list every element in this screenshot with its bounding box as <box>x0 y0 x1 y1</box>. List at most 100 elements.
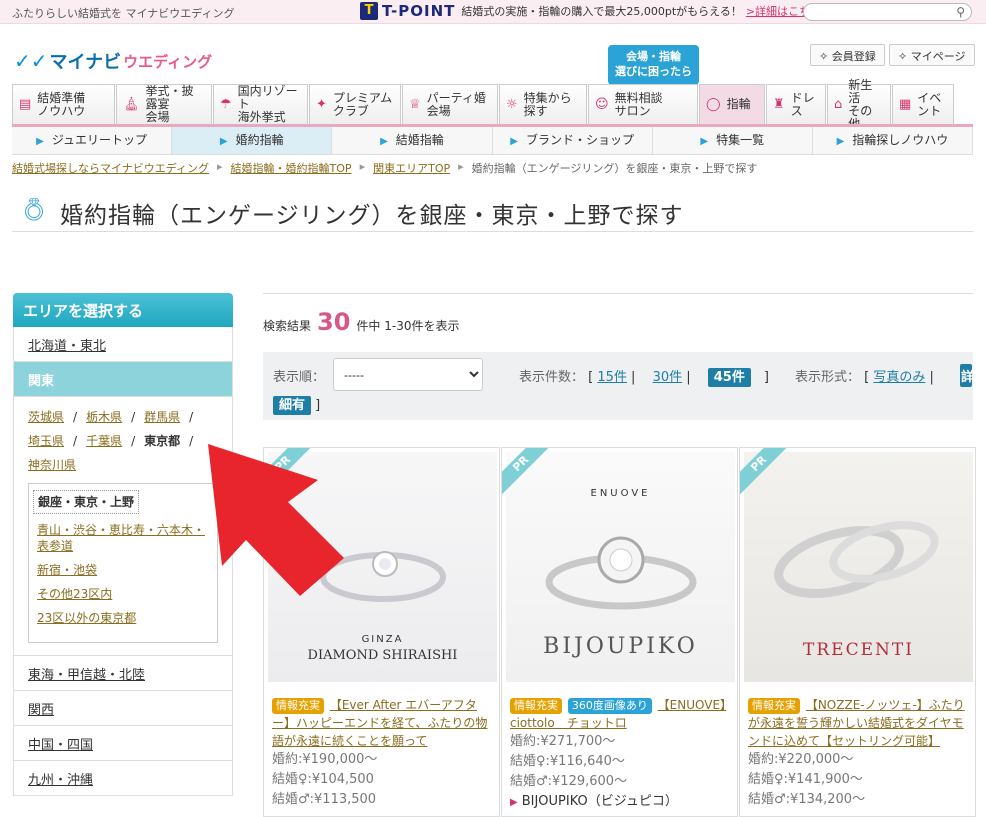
separator: / <box>73 410 78 424</box>
shop-link[interactable]: ▶ BIJOUPIKO（ビジュピコ） <box>510 792 732 813</box>
brand-logo-top: ENUOVE <box>590 488 651 499</box>
info-tag: 情報充実 <box>510 698 562 714</box>
consult-callout[interactable]: 会場・指輪 選びに困ったら <box>608 45 699 91</box>
global-nav: ▤ 結婚準備 ノウハウ ⛪︎ 挙式・披露宴 会場 ☂ 国内リゾート 海外挙式 ✦ プレミアム … <box>12 78 955 130</box>
region-kanto[interactable]: 関東 <box>13 362 233 397</box>
product-card[interactable]: TRECENTI PR 情報充実 【NOZZE-ノッツェ-】ふたりが永遠を誓う輝… <box>739 447 976 817</box>
region-kyushu-okinawa[interactable]: 九州・沖縄 <box>13 761 233 796</box>
format-detail-button[interactable]: 細有 <box>273 396 312 415</box>
sub-nav-label: 婚約指輪 <box>235 133 284 147</box>
region-kansai[interactable]: 関西 <box>13 691 233 726</box>
subarea-label: 青山・渋谷・恵比寿・六本木・表参道 <box>37 523 206 553</box>
subarea-item[interactable]: 銀座・東京・上野 <box>33 490 140 514</box>
sub-nav-item[interactable]: ▶ 特集一覧 <box>653 127 813 154</box>
brand-logo-top: GINZA <box>361 634 404 645</box>
prefecture-link[interactable]: 茨城県 <box>28 410 64 424</box>
global-nav-item[interactable]: ▦ イベント <box>892 84 954 124</box>
ring-icon: ◯ <box>706 97 721 112</box>
subarea-item[interactable]: その他23区内 <box>37 586 209 602</box>
product-photo[interactable]: ENUOVE BIJOUPIKO <box>506 452 735 682</box>
separator: / <box>73 434 78 448</box>
brand-logo: TRECENTI <box>803 640 914 660</box>
subarea-label: その他23区内 <box>37 587 113 601</box>
logo-main: マイナビ <box>49 52 122 73</box>
tpoint-message: 結婚式の実施・指輪の購入で最大25,000ptがもらえる！ <box>461 5 742 18</box>
sub-nav-item[interactable]: ▶ 結婚指輪 <box>332 127 493 154</box>
prefecture-link[interactable]: 埼玉県 <box>28 434 64 448</box>
page-title: 婚約指輪（エンゲージリング）を銀座・東京・上野で探す <box>59 203 684 229</box>
format-detail-button-edge[interactable]: 詳 <box>960 364 972 387</box>
global-nav-item[interactable]: ☼ 特集から 探す <box>499 84 587 124</box>
arrow-right-icon: ▶ <box>836 136 845 147</box>
sub-nav-label: 結婚指輪 <box>395 133 444 147</box>
global-nav-item[interactable]: ⌂ 新生活 その他 <box>827 78 891 130</box>
separator: / <box>189 434 194 448</box>
breadcrumb-ring-top[interactable]: 結婚指輪・婚約指輪TOP <box>231 160 352 176</box>
main-divider <box>263 293 973 294</box>
sub-nav-item[interactable]: ▶ 婚約指輪 <box>172 127 333 154</box>
bulb-icon: ☼ <box>506 97 518 112</box>
house-icon: ⌂ <box>834 97 843 112</box>
sub-nav-label: ブランド・ショップ <box>525 133 634 147</box>
price-male: 結婚♂:¥134,200〜 <box>748 792 866 807</box>
site-logo[interactable]: ✓✓ マイナビ ウエディング <box>14 48 212 74</box>
product-photo[interactable]: TRECENTI <box>744 452 973 682</box>
price-engage: 婚約:¥271,700〜 <box>510 734 616 749</box>
subarea-item[interactable]: 青山・渋谷・恵比寿・六本木・表参道 <box>37 522 209 554</box>
360-tag: 360度画像あり <box>567 698 652 714</box>
count-30-link[interactable]: 30件 <box>653 370 683 385</box>
global-nav-item[interactable]: ▤ 結婚準備 ノウハウ <box>12 84 115 124</box>
arrow-right-icon: ▶ <box>36 136 44 147</box>
sidebar-heading: エリアを選択する <box>13 293 233 327</box>
global-nav-item[interactable]: ♜ ドレス <box>766 84 826 124</box>
breadcrumb-kanto[interactable]: 関東エリアTOP <box>373 160 450 176</box>
format-photo-link[interactable]: 写真のみ <box>873 370 925 385</box>
breadcrumb-home[interactable]: 結婚式場探しならマイナビウエディング <box>12 160 209 176</box>
global-nav-label: ドレス <box>790 90 815 118</box>
region-tokai[interactable]: 東海・甲信越・北陸 <box>13 656 233 691</box>
price-engage: 婚約:¥190,000〜 <box>272 752 378 767</box>
search-icon[interactable]: ⚲ <box>956 5 965 19</box>
search-input[interactable]: ⚲ <box>803 3 972 21</box>
sparkle-icon: ✦ <box>316 97 327 112</box>
member-register-button[interactable]: ✧ 会員登録 <box>810 44 885 66</box>
sub-nav-item[interactable]: ▶ ジュエリートップ <box>12 127 173 154</box>
global-nav-item[interactable]: ☂ 国内リゾート 海外挙式 <box>213 84 308 124</box>
mypage-button[interactable]: ✧ マイページ <box>889 44 975 66</box>
prefecture-link[interactable]: 群馬県 <box>144 410 180 424</box>
global-nav-item[interactable]: ⛪︎ 挙式・披露宴 会場 <box>116 84 212 124</box>
arrow-right-icon: ▶ <box>700 136 709 147</box>
prefecture-link[interactable]: 千葉県 <box>86 434 122 448</box>
subarea-label: 23区以外の東京都 <box>37 611 137 625</box>
global-nav-item[interactable]: ✦ プレミアム クラブ <box>309 84 401 124</box>
prefecture-link[interactable]: 栃木県 <box>86 410 122 424</box>
format-detail-wrap: 細有 ] <box>273 394 320 415</box>
result-summary: 検索結果 30 件中 1-30件を表示 <box>263 308 459 336</box>
global-nav-label: 国内リゾート 海外挙式 <box>237 84 298 124</box>
count-45-button[interactable]: 45件 <box>707 368 751 387</box>
global-nav-item[interactable]: ◯ 指輪 <box>699 84 765 124</box>
sub-nav-item[interactable]: ▶ ブランド・ショップ <box>493 127 653 154</box>
global-nav-label: 挙式・披露宴 会場 <box>145 84 194 124</box>
global-nav-item[interactable]: ☺ 無料相談 サロン <box>588 84 698 124</box>
sort-select[interactable]: ----- <box>333 358 483 391</box>
subarea-item[interactable]: 23区以外の東京都 <box>37 610 209 626</box>
prefecture-link[interactable]: 東京都 <box>144 434 180 448</box>
sub-nav-item[interactable]: ▶ 指輪探しノウハウ <box>813 127 974 154</box>
product-card[interactable]: ENUOVE BIJOUPIKO PR 情報充実 360度画像あり 【ENUOV… <box>501 447 738 817</box>
separator: / <box>189 410 194 424</box>
global-nav-label: プレミアム クラブ <box>332 90 393 118</box>
count-15-link[interactable]: 15件 <box>597 370 627 385</box>
global-nav-item[interactable]: ♕ パーティ婚 会場 <box>402 84 498 124</box>
region-chugoku-shikoku[interactable]: 中国・四国 <box>13 726 233 761</box>
info-tag: 情報充実 <box>272 698 324 714</box>
region-hokkaido-tohoku[interactable]: 北海道・東北 <box>13 327 233 362</box>
global-nav-label: 結婚準備 ノウハウ <box>37 90 86 118</box>
prefecture-link[interactable]: 神奈川県 <box>28 458 76 472</box>
island-icon: ☂ <box>220 97 232 112</box>
subarea-item[interactable]: 新宿・池袋 <box>37 562 209 578</box>
page-title-bar: 💍︎ 婚約指輪（エンゲージリング）を銀座・東京・上野で探す <box>12 196 973 232</box>
format-selector: 表示形式： [ 写真のみ | <box>795 370 934 385</box>
arrow-right-icon: ▶ <box>380 136 388 147</box>
brand-logo: BIJOUPIKO <box>543 634 698 659</box>
